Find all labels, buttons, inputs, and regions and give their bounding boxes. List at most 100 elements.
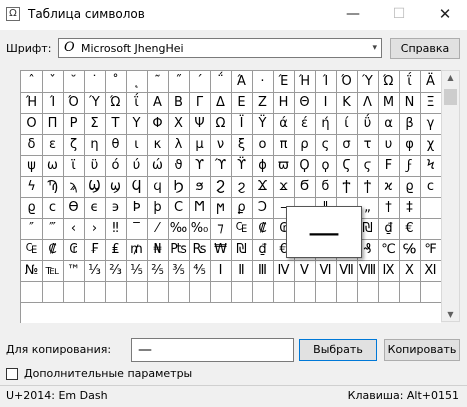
char-cell[interactable]: ϧ <box>189 176 211 198</box>
char-cell[interactable]: ℃ <box>378 239 400 261</box>
char-cell[interactable]: ˘ <box>63 71 85 93</box>
char-cell[interactable]: Π <box>42 113 64 135</box>
char-cell[interactable]: ₫ <box>252 239 274 261</box>
char-cell[interactable]: Γ <box>189 92 211 114</box>
char-cell[interactable]: ω <box>42 155 64 177</box>
char-cell[interactable]: ˚ <box>105 71 127 93</box>
char-cell[interactable]: Ϧ <box>168 176 190 198</box>
char-cell[interactable]: ΐ <box>126 92 148 114</box>
help-button[interactable]: Справка <box>390 38 460 59</box>
char-cell[interactable] <box>378 281 400 303</box>
char-cell[interactable]: ϑ <box>168 155 190 177</box>
char-cell[interactable]: ϼ <box>231 197 253 219</box>
char-cell[interactable]: ϩ <box>231 176 253 198</box>
chevron-down-icon[interactable]: ▾ <box>372 43 377 53</box>
char-cell[interactable]: ⁄ <box>147 218 169 240</box>
char-cell[interactable]: ϱ <box>21 197 43 219</box>
scroll-up-icon[interactable]: ▲ <box>442 73 459 82</box>
char-cell[interactable]: ϯ <box>357 176 379 198</box>
char-cell[interactable]: κ <box>147 134 169 156</box>
char-cell[interactable]: Ψ <box>189 113 211 135</box>
char-cell[interactable]: ₪ <box>231 239 253 261</box>
char-cell[interactable]: τ <box>357 134 379 156</box>
char-cell[interactable] <box>210 281 232 303</box>
char-cell[interactable]: Ο <box>21 113 43 135</box>
char-cell[interactable]: ₨ <box>189 239 211 261</box>
char-cell[interactable]: φ <box>399 134 421 156</box>
char-cell[interactable]: Έ <box>273 71 295 93</box>
char-cell[interactable]: Ϋ <box>252 113 274 135</box>
select-button[interactable]: Выбрать <box>299 339 377 361</box>
char-cell[interactable]: β <box>399 113 421 135</box>
grid-scrollbar[interactable]: ▲ ▼ <box>441 70 460 322</box>
char-cell[interactable]: ‴ <box>42 218 64 240</box>
char-cell[interactable]: € <box>399 218 421 240</box>
char-cell[interactable]: ϵ <box>84 197 106 219</box>
char-cell[interactable]: δ <box>21 134 43 156</box>
char-cell[interactable]: ϟ <box>21 176 43 198</box>
char-cell[interactable]: ℅ <box>399 239 421 261</box>
char-cell[interactable]: ϔ <box>231 155 253 177</box>
char-cell[interactable]: ϰ <box>378 176 400 198</box>
char-cell[interactable]: ⁊ <box>210 218 232 240</box>
char-cell[interactable]: Ϛ <box>336 155 358 177</box>
char-cell[interactable] <box>105 281 127 303</box>
char-cell[interactable]: Μ <box>378 92 400 114</box>
char-cell[interactable]: ⅓ <box>84 260 106 282</box>
char-cell[interactable]: σ <box>336 134 358 156</box>
char-cell[interactable]: Ί <box>315 71 337 93</box>
char-cell[interactable]: Δ <box>210 92 232 114</box>
char-cell[interactable]: ϡ <box>63 176 85 198</box>
char-cell[interactable] <box>420 218 442 240</box>
char-cell[interactable]: Ⅹ <box>399 260 421 282</box>
char-cell[interactable]: Ύ <box>357 71 379 93</box>
char-cell[interactable]: † <box>378 197 400 219</box>
char-cell[interactable]: Ρ <box>63 113 85 135</box>
char-cell[interactable]: ο <box>252 134 274 156</box>
char-cell[interactable]: Ϭ <box>294 176 316 198</box>
char-cell[interactable]: χ <box>420 134 442 156</box>
char-cell[interactable]: ₤ <box>105 239 127 261</box>
char-cell[interactable]: ₣ <box>84 239 106 261</box>
char-cell[interactable]: π <box>273 134 295 156</box>
char-cell[interactable]: ρ <box>294 134 316 156</box>
char-cell[interactable] <box>420 197 442 219</box>
char-cell[interactable]: Χ <box>168 113 190 135</box>
char-cell[interactable]: Ͻ <box>252 197 274 219</box>
char-cell[interactable]: Ⅲ <box>252 260 274 282</box>
char-cell[interactable]: ΅ <box>210 71 232 93</box>
char-cell[interactable]: Ό <box>336 71 358 93</box>
char-cell[interactable]: · <box>252 71 274 93</box>
char-cell[interactable]: ⅕ <box>126 260 148 282</box>
char-cell[interactable]: ‡ <box>399 197 421 219</box>
char-cell[interactable] <box>21 281 43 303</box>
char-cell[interactable]: ϶ <box>105 197 127 219</box>
char-cell[interactable]: Ϥ <box>126 176 148 198</box>
char-cell[interactable]: ⅖ <box>147 260 169 282</box>
char-cell[interactable]: Ε <box>231 92 253 114</box>
char-cell[interactable]: Ν <box>399 92 421 114</box>
char-cell[interactable]: θ <box>105 134 127 156</box>
char-cell[interactable]: ″ <box>21 218 43 240</box>
char-cell[interactable]: ˝ <box>168 71 190 93</box>
char-cell[interactable]: ϫ <box>273 176 295 198</box>
char-cell[interactable]: Ώ <box>105 92 127 114</box>
char-cell[interactable]: ˇ <box>42 71 64 93</box>
char-cell[interactable]: α <box>378 113 400 135</box>
char-cell[interactable]: Ύ <box>84 92 106 114</box>
char-cell[interactable]: ϲ <box>42 197 64 219</box>
char-cell[interactable]: Κ <box>336 92 358 114</box>
scrollbar-thumb[interactable] <box>444 89 457 105</box>
char-cell[interactable] <box>168 281 190 303</box>
char-cell[interactable]: Ϣ <box>84 176 106 198</box>
char-cell[interactable]: Ϲ <box>168 197 190 219</box>
char-cell[interactable]: ϛ <box>357 155 379 177</box>
char-cell[interactable]: Ⅱ <box>231 260 253 282</box>
char-cell[interactable]: ⅘ <box>189 260 211 282</box>
char-cell[interactable] <box>84 281 106 303</box>
char-cell[interactable]: μ <box>189 134 211 156</box>
char-cell[interactable]: ε <box>42 134 64 156</box>
char-cell[interactable]: λ <box>168 134 190 156</box>
char-cell[interactable]: Ⅵ <box>315 260 337 282</box>
char-cell[interactable]: ˆ <box>21 71 43 93</box>
